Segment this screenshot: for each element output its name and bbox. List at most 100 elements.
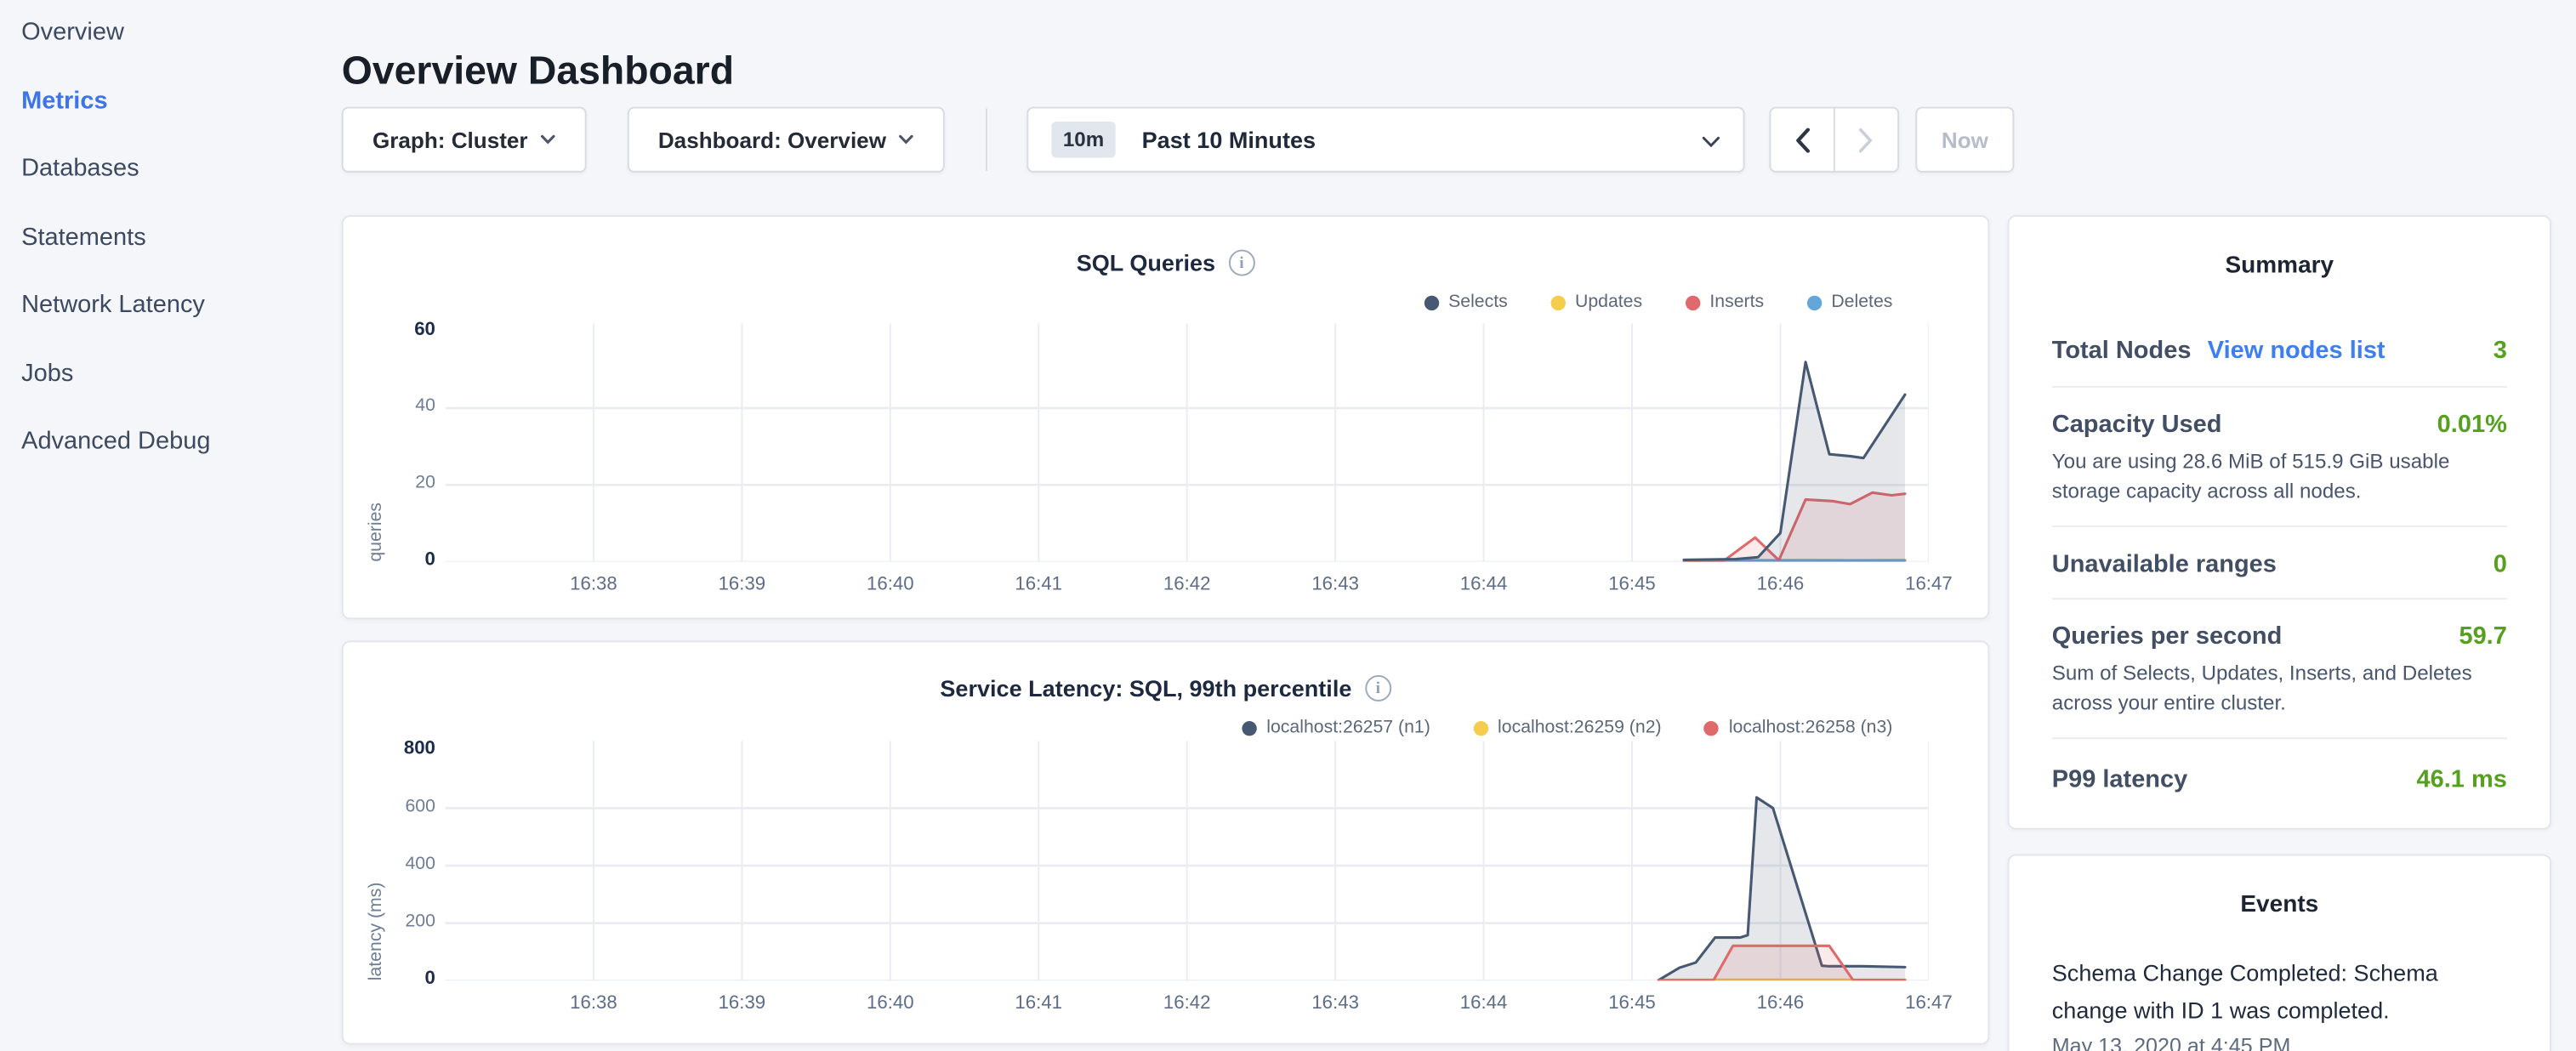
summary-label: Capacity Used (2052, 411, 2222, 439)
chevron-down-icon (541, 134, 555, 145)
events-panel: Events Schema Change Completed: Schema c… (2008, 855, 2551, 1051)
events-title: Events (2052, 892, 2507, 918)
graph-scope-dropdown[interactable]: Graph: Cluster (342, 107, 587, 173)
sidebar-item-databases[interactable]: Databases (21, 155, 342, 183)
dashboard-dropdown[interactable]: Dashboard: Overview (628, 107, 945, 173)
x-tick-label: 16:45 (1583, 575, 1681, 594)
series-color-dot (1242, 720, 1256, 735)
y-tick-label: 60 (350, 320, 435, 339)
view-nodes-list-link[interactable]: View nodes list (2208, 337, 2386, 365)
sidebar-item-statements[interactable]: Statements (21, 223, 342, 251)
sidebar-item-jobs[interactable]: Jobs (21, 359, 342, 387)
sidebar-item-overview[interactable]: Overview (21, 18, 342, 46)
event-list-item[interactable]: Schema Change Completed: Schema change w… (2052, 954, 2507, 1051)
legend-item-updates[interactable]: Updates (1550, 293, 1642, 312)
series-color-dot (1806, 295, 1821, 310)
x-tick-label: 16:47 (1879, 994, 1978, 1014)
graph-scope-label: Graph: Cluster (372, 128, 528, 152)
summary-row-p99-latency: P99 latency 46.1 ms (2052, 739, 2507, 813)
series-color-dot (1473, 720, 1487, 735)
event-message: Schema Change Completed: Schema change w… (2052, 954, 2507, 1028)
chart-plot (446, 324, 1929, 562)
legend-label: localhost:26259 (n2) (1498, 718, 1662, 737)
sidebar-item-metrics[interactable]: Metrics (21, 86, 342, 114)
metrics-page: Overview Metrics Databases Statements Ne… (0, 0, 2576, 1051)
chart-legend: localhost:26257 (n1) localhost:26259 (n2… (1242, 718, 1892, 737)
x-tick-label: 16:41 (989, 994, 1088, 1014)
summary-row-unavailable-ranges: Unavailable ranges 0 (2052, 527, 2507, 599)
time-range-badge: 10m (1051, 122, 1115, 157)
x-tick-label: 16:42 (1138, 575, 1237, 594)
summary-label: Queries per second (2052, 622, 2283, 650)
time-step-buttons (1770, 107, 1900, 173)
y-tick-label: 0 (350, 969, 435, 989)
info-icon[interactable] (1365, 675, 1391, 702)
x-tick-label: 16:38 (544, 575, 643, 594)
x-tick-label: 16:39 (692, 994, 791, 1014)
x-tick-label: 16:40 (841, 575, 940, 594)
summary-row-total-nodes: Total Nodes View nodes list 3 (2052, 315, 2507, 388)
summary-value: 59.7 (2459, 622, 2506, 650)
legend-label: Deletes (1831, 293, 1892, 312)
legend-label: Selects (1448, 293, 1508, 312)
summary-description: You are using 28.6 MiB of 515.9 GiB usab… (2052, 446, 2507, 506)
summary-label: Unavailable ranges (2052, 550, 2277, 578)
chart-title: SQL Queries (1077, 250, 1215, 276)
chart-plot (446, 741, 1929, 980)
series-color-dot (1550, 295, 1565, 310)
y-tick-label: 200 (350, 912, 435, 931)
x-tick-label: 16:46 (1731, 994, 1829, 1014)
chevron-down-icon (899, 134, 913, 145)
summary-value: 3 (2494, 337, 2507, 365)
x-tick-label: 16:45 (1583, 994, 1681, 1014)
summary-label: P99 latency (2052, 765, 2187, 793)
chart-title: Service Latency: SQL, 99th percentile (940, 675, 1351, 702)
series-color-dot (1685, 295, 1699, 310)
summary-label: Total Nodes (2052, 337, 2192, 365)
now-button-label: Now (1942, 128, 1988, 152)
x-tick-label: 16:43 (1286, 994, 1385, 1014)
legend-item-selects[interactable]: Selects (1424, 293, 1508, 312)
y-tick-label: 800 (350, 739, 435, 758)
x-tick-label: 16:39 (692, 575, 791, 594)
summary-panel: Summary Total Nodes View nodes list 3 Ca… (2008, 215, 2551, 829)
x-tick-label: 16:46 (1731, 575, 1829, 594)
y-tick-label: 40 (350, 396, 435, 416)
sidebar-item-advanced-debug[interactable]: Advanced Debug (21, 427, 342, 455)
chart-legend: Selects Updates Inserts Deletes (1424, 293, 1892, 312)
now-button[interactable]: Now (1915, 107, 2014, 173)
legend-label: Inserts (1709, 293, 1764, 312)
time-back-button[interactable] (1771, 108, 1833, 170)
series-color-dot (1424, 295, 1438, 310)
legend-item-n3[interactable]: localhost:26258 (n3) (1704, 718, 1893, 737)
legend-item-n1[interactable]: localhost:26257 (n1) (1242, 718, 1430, 737)
y-tick-label: 20 (350, 474, 435, 493)
chevron-down-icon (1702, 128, 1720, 152)
dashboard-label: Dashboard: Overview (658, 128, 886, 152)
legend-label: localhost:26257 (n1) (1266, 718, 1430, 737)
sidebar-item-network-latency[interactable]: Network Latency (21, 291, 342, 319)
summary-row-capacity-used: Capacity Used 0.01% You are using 28.6 M… (2052, 388, 2507, 527)
info-icon[interactable] (1229, 250, 1255, 276)
service-latency-chart-card: Service Latency: SQL, 99th percentile lo… (342, 640, 1990, 1044)
summary-row-queries-per-second: Queries per second 59.7 Sum of Selects, … (2052, 599, 2507, 739)
legend-item-deletes[interactable]: Deletes (1806, 293, 1892, 312)
x-tick-label: 16:44 (1435, 575, 1533, 594)
summary-value: 0.01% (2437, 411, 2507, 439)
time-range-dropdown[interactable]: 10m Past 10 Minutes (1026, 107, 1744, 173)
sidebar: Overview Metrics Databases Statements Ne… (0, 0, 342, 1051)
legend-item-n2[interactable]: localhost:26259 (n2) (1473, 718, 1662, 737)
time-forward-button[interactable] (1835, 108, 1897, 170)
legend-item-inserts[interactable]: Inserts (1685, 293, 1764, 312)
x-tick-label: 16:41 (989, 575, 1088, 594)
x-tick-label: 16:40 (841, 994, 940, 1014)
summary-description: Sum of Selects, Updates, Inserts, and De… (2052, 659, 2507, 719)
x-tick-label: 16:47 (1879, 575, 1978, 594)
y-tick-label: 600 (350, 797, 435, 816)
event-timestamp: May 13, 2020 at 4:45 PM (2052, 1033, 2507, 1051)
x-tick-label: 16:38 (544, 994, 643, 1014)
x-tick-label: 16:43 (1286, 575, 1385, 594)
x-tick-label: 16:42 (1138, 994, 1237, 1014)
controls-divider (986, 108, 987, 170)
sql-queries-chart-card: SQL Queries Selects Updates Inserts Dele… (342, 215, 1990, 619)
